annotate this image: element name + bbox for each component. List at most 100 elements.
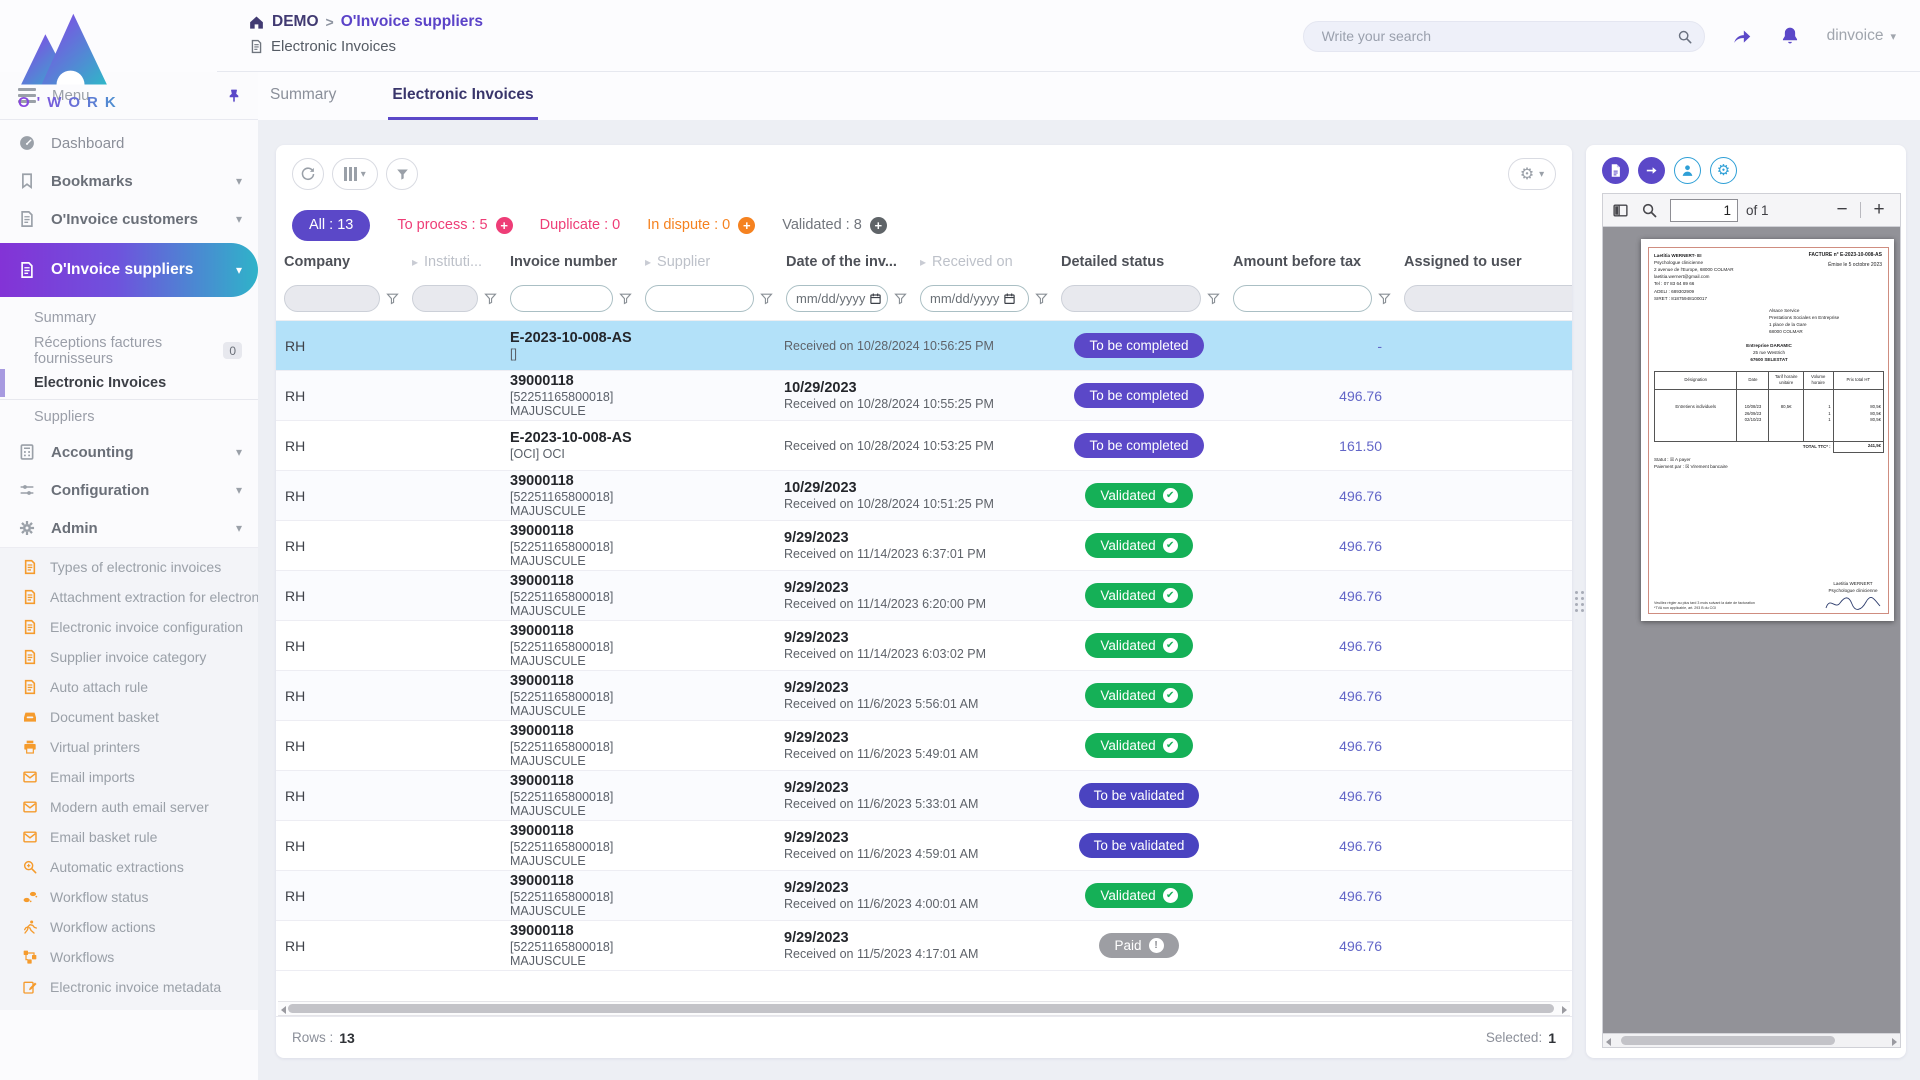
preview-settings-button[interactable]: ⚙ bbox=[1710, 157, 1737, 184]
page-number-input[interactable] bbox=[1670, 199, 1738, 222]
tab-summary[interactable]: Summary bbox=[266, 72, 340, 120]
home-icon[interactable] bbox=[248, 14, 265, 31]
tab-electronic-invoices[interactable]: Electronic Invoices bbox=[388, 72, 537, 120]
filter-funnel-icon[interactable] bbox=[1206, 291, 1221, 306]
pdf-search-icon[interactable] bbox=[1641, 202, 1658, 219]
app-logo[interactable]: O'WORK bbox=[16, 10, 166, 111]
status-badge[interactable]: To be validated bbox=[1079, 833, 1200, 858]
column-header-amount-before-tax[interactable]: Amount before tax bbox=[1225, 254, 1396, 270]
date-filter-input[interactable]: mm/dd/yyyy bbox=[786, 285, 888, 312]
amount-link[interactable]: 496.76 bbox=[1339, 488, 1382, 504]
status-badge[interactable]: To be validated bbox=[1079, 783, 1200, 808]
status-badge[interactable]: Validated✔ bbox=[1085, 733, 1192, 758]
status-badge[interactable]: To be completed bbox=[1074, 433, 1203, 458]
filter-funnel-icon[interactable] bbox=[1377, 291, 1392, 306]
sidebar-item-document-basket[interactable]: Document basket bbox=[0, 702, 258, 732]
table-row[interactable]: RH39000118[52251165800018] MAJUSCULE9/29… bbox=[276, 921, 1572, 971]
column-header-instituti-[interactable]: ▸Instituti... bbox=[404, 254, 502, 270]
breadcrumb-home[interactable]: DEMO bbox=[272, 13, 319, 31]
sidebar-item-workflows[interactable]: Workflows bbox=[0, 942, 258, 972]
table-horizontal-scrollbar[interactable] bbox=[278, 1001, 1570, 1016]
sidebar-toggle-icon[interactable] bbox=[1612, 202, 1629, 219]
sidebar-item-modern-auth-email-server[interactable]: Modern auth email server bbox=[0, 792, 258, 822]
scroll-right-icon[interactable] bbox=[1562, 1006, 1567, 1014]
scrollbar-thumb[interactable] bbox=[288, 1004, 1554, 1013]
amount-link[interactable]: 496.76 bbox=[1339, 588, 1382, 604]
column-filter-input[interactable] bbox=[645, 285, 754, 312]
columns-button[interactable]: ▾ bbox=[332, 158, 378, 190]
table-row[interactable]: RHE-2023-10-008-AS[]Received on 10/28/20… bbox=[276, 321, 1572, 371]
status-badge[interactable]: To be completed bbox=[1074, 383, 1203, 408]
sidebar-item-bookmarks[interactable]: Bookmarks ▾ bbox=[0, 162, 258, 200]
column-filter-input[interactable] bbox=[1233, 285, 1372, 312]
table-row[interactable]: RH39000118[52251165800018] MAJUSCULE9/29… bbox=[276, 621, 1572, 671]
sidebar-item-email-basket-rule[interactable]: Email basket rule bbox=[0, 822, 258, 852]
amount-link[interactable]: 496.76 bbox=[1339, 788, 1382, 804]
notifications-bell-icon[interactable] bbox=[1779, 25, 1801, 47]
search-input[interactable] bbox=[1304, 28, 1704, 44]
table-row[interactable]: RH39000118[52251165800018] MAJUSCULE9/29… bbox=[276, 521, 1572, 571]
sidebar-item-workflow-actions[interactable]: Workflow actions bbox=[0, 912, 258, 942]
sidebar-item-receptions-factures[interactable]: Réceptions factures fournisseurs 0 bbox=[0, 334, 258, 367]
status-badge[interactable]: Paid! bbox=[1099, 933, 1178, 958]
sidebar-item-email-imports[interactable]: Email imports bbox=[0, 762, 258, 792]
sidebar-item-suppliers[interactable]: Suppliers bbox=[0, 400, 258, 433]
status-badge[interactable]: Validated✔ bbox=[1085, 883, 1192, 908]
status-badge[interactable]: Validated✔ bbox=[1085, 683, 1192, 708]
sidebar-item-electronic-invoice-configuration[interactable]: Electronic invoice configuration bbox=[0, 612, 258, 642]
filter-funnel-icon[interactable] bbox=[759, 291, 774, 306]
scroll-left-icon[interactable] bbox=[281, 1006, 286, 1014]
expand-arrow-icon[interactable]: ▸ bbox=[645, 255, 651, 269]
status-badge[interactable]: Validated✔ bbox=[1085, 533, 1192, 558]
table-row[interactable]: RHE-2023-10-008-AS[OCI] OCIReceived on 1… bbox=[276, 421, 1572, 471]
filter-funnel-icon[interactable] bbox=[483, 291, 498, 306]
status-badge[interactable]: Validated✔ bbox=[1085, 483, 1192, 508]
filter-funnel-icon[interactable] bbox=[893, 291, 908, 306]
date-filter-input[interactable]: mm/dd/yyyy bbox=[920, 285, 1029, 312]
amount-link[interactable]: 161.50 bbox=[1339, 438, 1382, 454]
plus-circle-icon[interactable]: + bbox=[870, 217, 887, 234]
sidebar-item-supplier-invoice-category[interactable]: Supplier invoice category bbox=[0, 642, 258, 672]
expand-arrow-icon[interactable]: ▸ bbox=[412, 255, 418, 269]
amount-link[interactable]: 496.76 bbox=[1339, 638, 1382, 654]
panel-resize-handle[interactable] bbox=[1572, 145, 1586, 1058]
download-pdf-button[interactable] bbox=[1602, 157, 1629, 184]
sidebar-item-attachment-extraction-for-electron[interactable]: Attachment extraction for electron bbox=[0, 582, 258, 612]
sidebar-item-types-of-electronic-invoices[interactable]: Types of electronic invoices bbox=[0, 552, 258, 582]
scroll-left-icon[interactable] bbox=[1606, 1038, 1611, 1046]
sidebar-item-oinvoice-customers[interactable]: O'Invoice customers ▾ bbox=[0, 200, 258, 238]
column-header-date-of-the-inv-[interactable]: Date of the inv... bbox=[778, 254, 912, 270]
sidebar-item-configuration[interactable]: Configuration ▾ bbox=[0, 471, 258, 509]
table-row[interactable]: RH39000118[52251165800018] MAJUSCULE9/29… bbox=[276, 771, 1572, 821]
column-header-received-on[interactable]: ▸Received on bbox=[912, 254, 1053, 270]
filter-funnel-icon[interactable] bbox=[1034, 291, 1049, 306]
refresh-button[interactable] bbox=[292, 158, 324, 190]
assign-user-button[interactable] bbox=[1674, 157, 1701, 184]
zoom-in-button[interactable]: + bbox=[1867, 199, 1891, 221]
sidebar-item-accounting[interactable]: Accounting ▾ bbox=[0, 433, 258, 471]
search-icon[interactable] bbox=[1677, 29, 1693, 45]
filter-tab-3[interactable]: In dispute : 0+ bbox=[647, 217, 755, 234]
amount-link[interactable]: 496.76 bbox=[1339, 738, 1382, 754]
status-badge[interactable]: Validated✔ bbox=[1085, 583, 1192, 608]
pdf-horizontal-scrollbar[interactable] bbox=[1603, 1033, 1900, 1047]
breadcrumb-section[interactable]: O'Invoice suppliers bbox=[341, 13, 483, 31]
status-badge[interactable]: To be completed bbox=[1074, 333, 1203, 358]
sidebar-item-summary[interactable]: Summary bbox=[0, 301, 258, 334]
filter-tab-2[interactable]: Duplicate : 0 bbox=[540, 217, 621, 233]
table-settings-button[interactable]: ⚙ ▾ bbox=[1508, 158, 1556, 190]
filter-funnel-icon[interactable] bbox=[385, 291, 400, 306]
table-row[interactable]: RH39000118[52251165800018] MAJUSCULE10/2… bbox=[276, 371, 1572, 421]
column-header-invoice-number[interactable]: Invoice number bbox=[502, 254, 637, 270]
scrollbar-thumb[interactable] bbox=[1621, 1036, 1835, 1045]
user-menu[interactable]: dinvoice ▾ bbox=[1827, 27, 1896, 45]
zoom-out-button[interactable]: − bbox=[1830, 199, 1854, 221]
amount-link[interactable]: 496.76 bbox=[1339, 688, 1382, 704]
table-row[interactable]: RH39000118[52251165800018] MAJUSCULE9/29… bbox=[276, 671, 1572, 721]
sidebar-item-automatic-extractions[interactable]: Automatic extractions bbox=[0, 852, 258, 882]
scroll-right-icon[interactable] bbox=[1892, 1038, 1897, 1046]
amount-link[interactable]: 496.76 bbox=[1339, 838, 1382, 854]
column-header-supplier[interactable]: ▸Supplier bbox=[637, 254, 778, 270]
sidebar-item-virtual-printers[interactable]: Virtual printers bbox=[0, 732, 258, 762]
amount-link[interactable]: 496.76 bbox=[1339, 888, 1382, 904]
